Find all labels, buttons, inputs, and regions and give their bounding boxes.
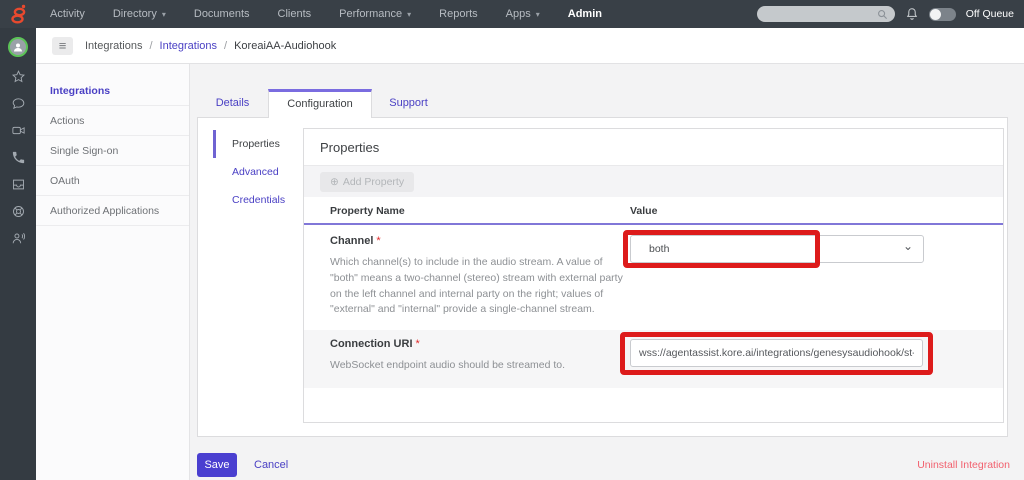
property-name: Channel (330, 235, 373, 247)
property-description: Which channel(s) to include in the audio… (330, 255, 630, 318)
table-row-connection-uri: Connection URI* WebSocket endpoint audio… (304, 330, 1003, 388)
breadcrumb-separator: / (224, 40, 227, 52)
inbox-icon[interactable] (10, 176, 26, 192)
configuration-subnav: Properties Advanced Credentials (213, 130, 303, 214)
nav-documents[interactable]: Documents (180, 0, 264, 28)
breadcrumb-item-link[interactable]: Integrations (160, 40, 217, 52)
property-name-cell: Connection URI* WebSocket endpoint audio… (330, 338, 630, 374)
breadcrumb-bar: ≡ Integrations / Integrations / KoreaiAA… (36, 28, 1024, 64)
agent-waves-icon[interactable] (10, 230, 26, 246)
required-marker: * (376, 235, 380, 247)
nav-label: Reports (439, 8, 478, 20)
nav-directory[interactable]: Directory ▾ (99, 0, 180, 28)
chevron-down-icon: ⌄ (903, 233, 913, 259)
column-header-value: Value (630, 197, 985, 225)
nav-reports[interactable]: Reports (425, 0, 492, 28)
sidebar-item-oauth[interactable]: OAuth (36, 166, 189, 196)
nav-label: Directory (113, 8, 157, 20)
properties-panel: Properties ⊕ Add Property Property Name … (303, 128, 1004, 423)
connection-uri-input[interactable] (630, 339, 923, 367)
configuration-card: Properties Advanced Credentials Properti… (197, 117, 1008, 437)
queue-status-toggle[interactable] (929, 8, 956, 21)
subnav-advanced[interactable]: Advanced (213, 158, 303, 186)
nav-label: Documents (194, 8, 250, 20)
top-bar: Activity Directory ▾ Documents Clients Pe… (0, 0, 1024, 28)
breadcrumb-item-current: KoreaiAA-Audiohook (234, 40, 336, 52)
chevron-down-icon: ▾ (407, 10, 411, 19)
property-description: WebSocket endpoint audio should be strea… (330, 358, 630, 374)
footer-actions: Save Cancel (197, 453, 288, 477)
chevron-down-icon: ▾ (162, 10, 166, 19)
search-icon (877, 9, 888, 20)
favorites-star-icon[interactable] (10, 68, 26, 84)
help-ring-icon[interactable] (10, 203, 26, 219)
properties-table-header: Property Name Value (304, 197, 1003, 225)
user-presence-avatar[interactable] (8, 37, 28, 57)
sidebar-item-single-sign-on[interactable]: Single Sign-on (36, 136, 189, 166)
required-marker: * (416, 338, 420, 350)
toggle-knob (930, 9, 941, 20)
save-button[interactable]: Save (197, 453, 237, 477)
add-property-row: ⊕ Add Property (304, 166, 1003, 197)
breadcrumb: Integrations / Integrations / KoreaiAA-A… (85, 40, 336, 52)
nav-label: Clients (278, 8, 312, 20)
nav-label: Performance (339, 8, 402, 20)
nav-label: Apps (506, 8, 531, 20)
plus-circle-icon: ⊕ (330, 176, 339, 188)
nav-label: Activity (50, 8, 85, 20)
property-value-cell: both ⌄ (630, 235, 985, 318)
tab-details[interactable]: Details (197, 90, 268, 117)
add-property-label: Add Property (343, 176, 404, 188)
nav-activity[interactable]: Activity (36, 0, 99, 28)
breadcrumb-separator: / (149, 40, 152, 52)
column-header-property-name: Property Name (330, 197, 630, 225)
search-container (757, 6, 895, 22)
add-property-button[interactable]: ⊕ Add Property (320, 172, 414, 192)
topbar-right-group: Off Queue (757, 6, 1024, 22)
cancel-button[interactable]: Cancel (254, 459, 288, 471)
nav-performance[interactable]: Performance ▾ (325, 0, 425, 28)
chevron-down-icon: ▾ (536, 10, 540, 19)
nav-clients[interactable]: Clients (264, 0, 326, 28)
panel-title: Properties (304, 129, 1003, 165)
breadcrumb-item: Integrations (85, 40, 142, 52)
sidebar-item-integrations[interactable]: Integrations (36, 76, 189, 106)
property-value-cell (630, 338, 985, 374)
chat-icon[interactable] (10, 95, 26, 111)
property-name: Connection URI (330, 338, 413, 350)
tab-configuration[interactable]: Configuration (268, 89, 372, 118)
nav-apps[interactable]: Apps ▾ (492, 0, 554, 28)
integration-tabs: Details Configuration Support (197, 90, 445, 118)
channel-select-value: both (649, 243, 669, 255)
table-row-channel: Channel* Which channel(s) to include in … (304, 225, 1003, 330)
phone-icon[interactable] (10, 149, 26, 165)
tab-support[interactable]: Support (372, 90, 445, 117)
genesys-logo[interactable] (0, 0, 36, 28)
search-input[interactable] (757, 6, 895, 22)
channel-select[interactable]: both ⌄ (630, 235, 924, 263)
subnav-properties[interactable]: Properties (213, 130, 303, 158)
hamburger-menu-icon[interactable]: ≡ (52, 37, 73, 55)
left-icon-rail (0, 28, 36, 480)
property-name-cell: Channel* Which channel(s) to include in … (330, 235, 630, 318)
subnav-credentials[interactable]: Credentials (213, 186, 303, 214)
video-camera-icon[interactable] (10, 122, 26, 138)
user-icon (12, 41, 24, 53)
off-queue-label: Off Queue (966, 8, 1014, 20)
sidebar-item-actions[interactable]: Actions (36, 106, 189, 136)
genesys-logo-icon (6, 2, 30, 26)
sidebar-item-authorized-applications[interactable]: Authorized Applications (36, 196, 189, 226)
nav-label: Admin (568, 8, 602, 20)
admin-sidebar: Integrations Actions Single Sign-on OAut… (36, 64, 190, 480)
notifications-bell-icon[interactable] (905, 7, 919, 21)
nav-admin[interactable]: Admin (554, 0, 616, 28)
uninstall-integration-button[interactable]: Uninstall Integration (917, 459, 1010, 471)
top-navigation: Activity Directory ▾ Documents Clients Pe… (36, 0, 616, 28)
